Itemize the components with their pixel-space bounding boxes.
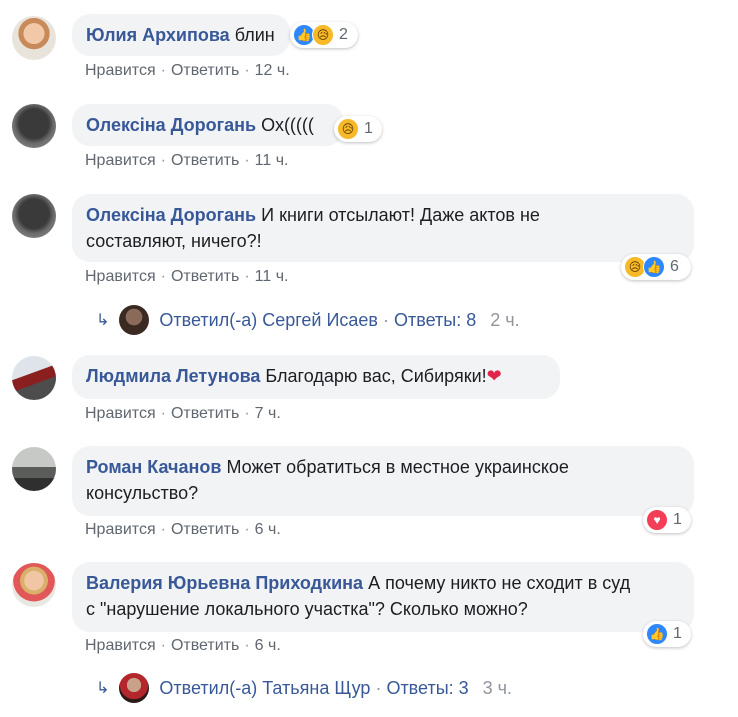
reaction-count: 1 [364,120,373,137]
avatar[interactable] [12,447,56,491]
comment-author[interactable]: Валерия Юрьевна Приходкина [86,573,363,593]
comment-actions: Нравится · Ответить · 6 ч. [85,521,281,538]
comment-bubble: Людмила Летунова Благодарю вас, Сибиряки… [72,355,560,399]
heart-emoji: ❤ [486,366,502,386]
comment-bubble: Олексiна Дорогань Ох((((( [72,104,344,146]
comment-text: А почему никто не сходит в суд [368,573,631,593]
avatar[interactable] [12,104,56,148]
comment-actions: Нравится · Ответить · 11 ч. [85,152,289,169]
avatar[interactable] [12,563,56,607]
like-button[interactable]: Нравится [85,152,156,169]
like-button[interactable]: Нравится [85,405,156,422]
reply-button[interactable]: Ответить [171,405,239,422]
reply-count[interactable]: Ответы: 3 [386,678,468,699]
sad-icon: 😥 [337,118,359,140]
avatar [119,673,150,703]
reply-author-label[interactable]: Ответил(-а) Татьяна Щур [159,678,370,699]
comment-text: И книги отсылают! Даже актов не [261,205,540,225]
comment-time[interactable]: 12 ч. [255,62,290,79]
comment-text: блин [234,25,275,45]
comment-actions: Нравится · Ответить · 6 ч. [85,637,281,654]
comment-text: консульство? [86,483,199,503]
comment-actions: Нравится · Ответить · 12 ч. [85,62,290,79]
comment-text: с "нарушение локального участка"? Скольк… [86,599,528,619]
like-button[interactable]: Нравится [85,62,156,79]
comment-text: Благодарю вас, Сибиряки! [265,366,487,386]
reply-arrow-icon: ↳ [96,680,110,697]
like-button[interactable]: Нравится [85,637,156,654]
like-button[interactable]: Нравится [85,268,156,285]
comment-text: Ох((((( [261,115,314,135]
reaction-summary[interactable]: ♥ 1 [643,507,691,533]
view-replies-link[interactable]: ↳ Ответил(-а) Татьяна Щур · Ответы: 3 3 … [96,673,512,703]
reaction-count: 2 [339,26,348,43]
comment-text: составляют, ничего?! [86,231,262,251]
comment-time[interactable]: 6 ч. [255,637,281,654]
reply-time: 2 ч. [490,309,520,330]
comment-bubble: Юлия Архипова блин [72,14,290,56]
reaction-summary[interactable]: 😥 1 [334,116,382,142]
like-button[interactable]: Нравится [85,521,156,538]
like-icon: 👍 [646,623,668,645]
reply-author-label[interactable]: Ответил(-а) Сергей Исаев [159,310,378,331]
comment-author[interactable]: Людмила Летунова [86,366,260,386]
reply-time: 3 ч. [482,677,513,698]
comment-author[interactable]: Юлия Архипова [86,25,230,45]
reply-button[interactable]: Ответить [171,62,239,79]
avatar [119,305,150,335]
comment-time[interactable]: 11 ч. [255,268,289,285]
reply-button[interactable]: Ответить [171,521,239,538]
comment-time[interactable]: 11 ч. [255,152,289,169]
comment-time[interactable]: 6 ч. [255,521,281,538]
comment-bubble: Олексiна Дорогань И книги отсылают! Даже… [72,194,694,262]
reply-button[interactable]: Ответить [171,637,239,654]
reply-count[interactable]: Ответы: 8 [394,310,476,331]
comment-bubble: Роман Качанов Может обратиться в местное… [72,446,694,516]
comment-bubble: Валерия Юрьевна Приходкина А почему никт… [72,562,694,632]
reaction-count: 1 [673,511,682,528]
comment-author[interactable]: Олексiна Дорогань [86,205,256,225]
like-icon: 👍 [643,256,665,278]
reaction-count: 6 [670,258,679,275]
comment-time[interactable]: 7 ч. [255,405,281,422]
view-replies-link[interactable]: ↳ Ответил(-а) Сергей Исаев · Ответы: 8 2… [96,305,520,335]
avatar[interactable] [12,16,56,60]
reply-button[interactable]: Ответить [171,268,239,285]
comment-actions: Нравится · Ответить · 11 ч. [85,268,289,285]
love-icon: ♥ [646,509,668,531]
comment-text: Может обратиться в местное украинское [226,457,569,477]
comment-author[interactable]: Олексiна Дорогань [86,115,256,135]
reaction-summary[interactable]: 👍 😥 2 [290,22,358,48]
comment-author[interactable]: Роман Качанов [86,457,221,477]
sad-icon: 😥 [312,24,334,46]
reply-button[interactable]: Ответить [171,152,239,169]
reaction-count: 1 [673,625,682,642]
avatar[interactable] [12,356,56,400]
reaction-summary[interactable]: 😥 👍 6 [621,254,691,280]
reaction-summary[interactable]: 👍 1 [643,621,691,647]
comment-actions: Нравится · Ответить · 7 ч. [85,405,281,422]
avatar[interactable] [12,194,56,238]
reply-arrow-icon: ↳ [96,312,110,329]
